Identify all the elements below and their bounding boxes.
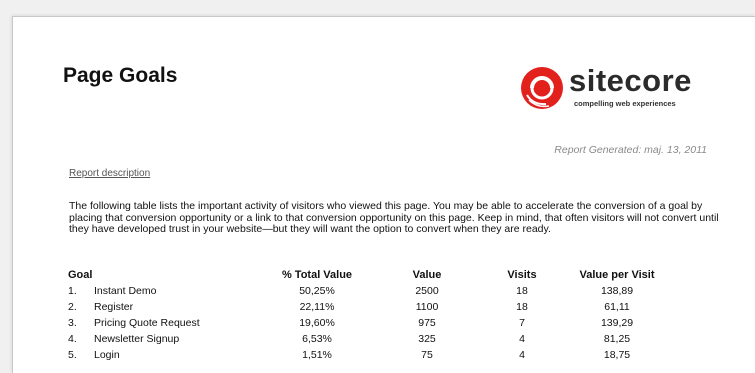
row-value: 325 [418, 333, 436, 345]
table-row: 3. Pricing Quote Request 19,60% 975 7 13… [68, 315, 672, 331]
table-row: 1. Instant Demo 50,25% 2500 18 138,89 [68, 283, 672, 299]
header-value-per-visit: Value per Visit [579, 269, 655, 281]
row-goal: Login [94, 349, 120, 361]
row-value-per-visit: 138,89 [600, 285, 634, 297]
row-value-per-visit: 139,29 [600, 317, 634, 329]
row-pct-total-value: 1,51% [302, 349, 332, 361]
row-visits: 4 [519, 349, 525, 361]
row-pct-total-value: 22,11% [299, 301, 335, 313]
table-row: 5. Login 1,51% 75 4 18,75 [68, 347, 672, 363]
row-pct-total-value: 6,53% [302, 333, 332, 345]
report-generated-date: Report Generated: maj. 13, 2011 [554, 144, 707, 156]
row-goal: Register [94, 301, 134, 313]
header-pct-total-value: % Total Value [281, 269, 353, 281]
row-visits: 7 [519, 317, 525, 329]
table-row: 2. Register 22,11% 1100 18 61,11 [68, 299, 672, 315]
row-value-per-visit: 81,25 [603, 333, 631, 345]
header-visits: Visits [507, 269, 537, 281]
row-value: 2500 [415, 285, 439, 297]
row-number: 4. [68, 333, 77, 345]
row-visits: 4 [519, 333, 525, 345]
table-header-row: Goal % Total Value Value Visits Value pe… [68, 267, 672, 283]
logo-tagline: compelling web experiences [574, 99, 676, 108]
row-pct-total-value: 50,25% [299, 285, 335, 297]
logo-wordmark: sitecore [569, 63, 692, 98]
row-value: 75 [421, 349, 433, 361]
table-row: 4. Newsletter Signup 6,53% 325 4 81,25 [68, 331, 672, 347]
sitecore-logo: sitecore compelling web experiences [519, 63, 719, 115]
row-value: 1100 [415, 301, 439, 313]
row-pct-total-value: 19,60% [299, 317, 335, 329]
row-visits: 18 [516, 285, 528, 297]
sitecore-logo-icon [521, 67, 563, 109]
row-value-per-visit: 18,75 [603, 349, 631, 361]
intro-paragraph: The following table lists the important … [69, 200, 719, 235]
header-goal: Goal [68, 269, 93, 281]
row-number: 2. [68, 301, 77, 313]
page-title: Page Goals [63, 64, 178, 87]
report-page: Page Goals sitecore compelling web exper… [12, 16, 755, 373]
row-value: 975 [418, 317, 436, 329]
row-goal: Newsletter Signup [94, 333, 180, 345]
row-goal: Instant Demo [94, 285, 157, 297]
row-visits: 18 [516, 301, 528, 313]
row-number: 3. [68, 317, 77, 329]
report-description-link[interactable]: Report description [69, 168, 150, 179]
row-goal: Pricing Quote Request [94, 317, 200, 329]
header-value: Value [412, 269, 442, 281]
row-value-per-visit: 61,11 [604, 301, 630, 313]
goals-table: Goal % Total Value Value Visits Value pe… [68, 267, 672, 363]
row-number: 5. [68, 349, 77, 361]
row-number: 1. [68, 285, 77, 297]
